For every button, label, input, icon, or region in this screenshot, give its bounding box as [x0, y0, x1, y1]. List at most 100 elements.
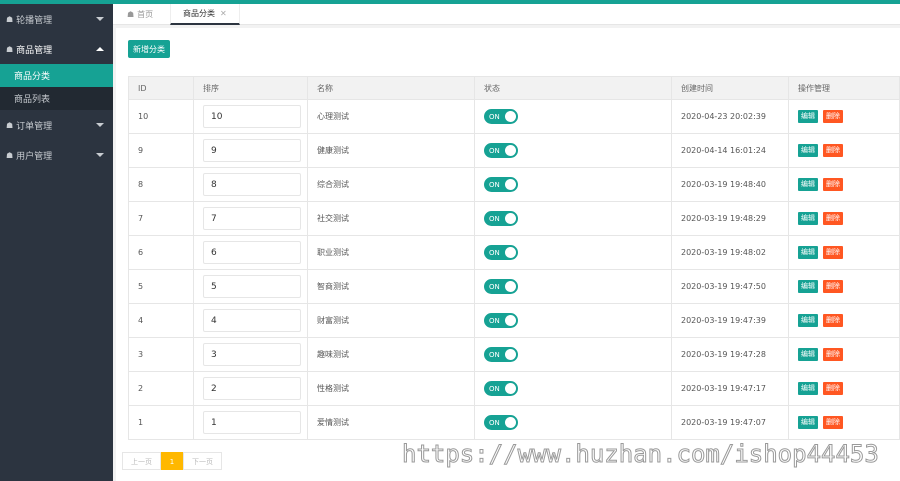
- cell-name: 健康测试: [307, 133, 475, 168]
- home-icon: ☗: [6, 44, 14, 54]
- cell-sort: [193, 371, 308, 406]
- status-toggle[interactable]: ON: [484, 245, 518, 260]
- delete-button[interactable]: 删除: [823, 382, 843, 395]
- status-toggle[interactable]: ON: [484, 211, 518, 226]
- tab-category[interactable]: 商品分类 ✕: [170, 4, 240, 25]
- table-row: 1爱情测试ON2020-03-19 19:47:07编辑删除: [128, 405, 900, 440]
- status-toggle[interactable]: ON: [484, 109, 518, 124]
- cell-status: ON: [474, 167, 672, 202]
- toggle-knob: [505, 383, 516, 394]
- delete-button[interactable]: 删除: [823, 246, 843, 259]
- cell-actions: 编辑 删除: [788, 167, 900, 202]
- cell-name: 社交测试: [307, 201, 475, 236]
- status-toggle[interactable]: ON: [484, 415, 518, 430]
- sidebar-item-label: 用户管理: [16, 151, 53, 162]
- prev-page-button[interactable]: 上一页: [122, 452, 161, 470]
- toggle-label: ON: [489, 214, 500, 223]
- sidebar-item-goods[interactable]: ☗ 商品管理: [0, 34, 113, 64]
- toggle-knob: [505, 179, 516, 190]
- sort-input[interactable]: [203, 139, 301, 162]
- tab-home[interactable]: ☗ 首页: [113, 4, 170, 25]
- delete-button[interactable]: 删除: [823, 178, 843, 191]
- cell-status: ON: [474, 371, 672, 406]
- close-icon[interactable]: ✕: [220, 9, 227, 18]
- table-row: 6职业测试ON2020-03-19 19:48:02编辑删除: [128, 235, 900, 270]
- cell-actions: 编辑 删除: [788, 235, 900, 270]
- tab-label: 商品分类: [183, 9, 215, 18]
- cell-created-time: 2020-03-19 19:47:50: [671, 269, 789, 304]
- cell-id: 9: [128, 133, 194, 168]
- cell-status: ON: [474, 337, 672, 372]
- delete-button[interactable]: 删除: [823, 416, 843, 429]
- delete-button[interactable]: 删除: [823, 144, 843, 157]
- column-header-sort: 排序: [193, 76, 308, 100]
- cell-id: 8: [128, 167, 194, 202]
- pagination: 上一页 1 下一页: [122, 452, 222, 470]
- sort-input[interactable]: [203, 105, 301, 128]
- cell-status: ON: [474, 99, 672, 134]
- sort-input[interactable]: [203, 241, 301, 264]
- table-row: 8综合测试ON2020-03-19 19:48:40编辑删除: [128, 167, 900, 202]
- cell-name: 财富测试: [307, 303, 475, 338]
- sidebar-item-users[interactable]: ☗ 用户管理: [0, 140, 113, 170]
- delete-button[interactable]: 删除: [823, 280, 843, 293]
- cell-status: ON: [474, 269, 672, 304]
- cell-id: 2: [128, 371, 194, 406]
- cell-name: 心理测试: [307, 99, 475, 134]
- cell-status: ON: [474, 201, 672, 236]
- toggle-label: ON: [489, 282, 500, 291]
- delete-button[interactable]: 删除: [823, 110, 843, 123]
- status-toggle[interactable]: ON: [484, 143, 518, 158]
- column-header-name: 名称: [307, 76, 475, 100]
- cell-created-time: 2020-03-19 19:47:07: [671, 405, 789, 440]
- chevron-down-icon: [96, 17, 104, 21]
- cell-name: 综合测试: [307, 167, 475, 202]
- sidebar-item-banner[interactable]: ☗ 轮播管理: [0, 4, 113, 34]
- edit-button[interactable]: 编辑: [798, 212, 818, 225]
- sidebar-subitem-category[interactable]: 商品分类: [0, 64, 113, 87]
- cell-name: 智商测试: [307, 269, 475, 304]
- status-toggle[interactable]: ON: [484, 347, 518, 362]
- edit-button[interactable]: 编辑: [798, 382, 818, 395]
- edit-button[interactable]: 编辑: [798, 280, 818, 293]
- add-category-button[interactable]: 新增分类: [128, 40, 170, 58]
- sort-input[interactable]: [203, 343, 301, 366]
- cell-sort: [193, 235, 308, 270]
- delete-button[interactable]: 删除: [823, 212, 843, 225]
- edit-button[interactable]: 编辑: [798, 348, 818, 361]
- sidebar: ☗ 轮播管理 ☗ 商品管理 商品分类 商品列表 ☗ 订单管理 ☗ 用户管理: [0, 4, 113, 481]
- cell-sort: [193, 99, 308, 134]
- table-row: 9健康测试ON2020-04-14 16:01:24编辑删除: [128, 133, 900, 168]
- status-toggle[interactable]: ON: [484, 279, 518, 294]
- sort-input[interactable]: [203, 207, 301, 230]
- sidebar-item-orders[interactable]: ☗ 订单管理: [0, 110, 113, 140]
- status-toggle[interactable]: ON: [484, 313, 518, 328]
- next-page-button[interactable]: 下一页: [183, 452, 222, 470]
- sort-input[interactable]: [203, 377, 301, 400]
- edit-button[interactable]: 编辑: [798, 178, 818, 191]
- delete-button[interactable]: 删除: [823, 314, 843, 327]
- cell-created-time: 2020-03-19 19:48:40: [671, 167, 789, 202]
- cell-sort: [193, 303, 308, 338]
- delete-button[interactable]: 删除: [823, 348, 843, 361]
- home-icon: ☗: [6, 120, 14, 130]
- sort-input[interactable]: [203, 411, 301, 434]
- table-header-row: ID 排序 名称 状态 创建时间 操作管理: [128, 76, 900, 100]
- edit-button[interactable]: 编辑: [798, 416, 818, 429]
- sort-input[interactable]: [203, 275, 301, 298]
- column-header-created: 创建时间: [671, 76, 789, 100]
- cell-actions: 编辑 删除: [788, 405, 900, 440]
- cell-created-time: 2020-03-19 19:47:17: [671, 371, 789, 406]
- edit-button[interactable]: 编辑: [798, 314, 818, 327]
- sidebar-subitem-goods-list[interactable]: 商品列表: [0, 87, 113, 110]
- table-row: 4财富测试ON2020-03-19 19:47:39编辑删除: [128, 303, 900, 338]
- current-page-button[interactable]: 1: [161, 452, 183, 470]
- sort-input[interactable]: [203, 309, 301, 332]
- cell-sort: [193, 269, 308, 304]
- edit-button[interactable]: 编辑: [798, 246, 818, 259]
- status-toggle[interactable]: ON: [484, 381, 518, 396]
- edit-button[interactable]: 编辑: [798, 110, 818, 123]
- sort-input[interactable]: [203, 173, 301, 196]
- status-toggle[interactable]: ON: [484, 177, 518, 192]
- edit-button[interactable]: 编辑: [798, 144, 818, 157]
